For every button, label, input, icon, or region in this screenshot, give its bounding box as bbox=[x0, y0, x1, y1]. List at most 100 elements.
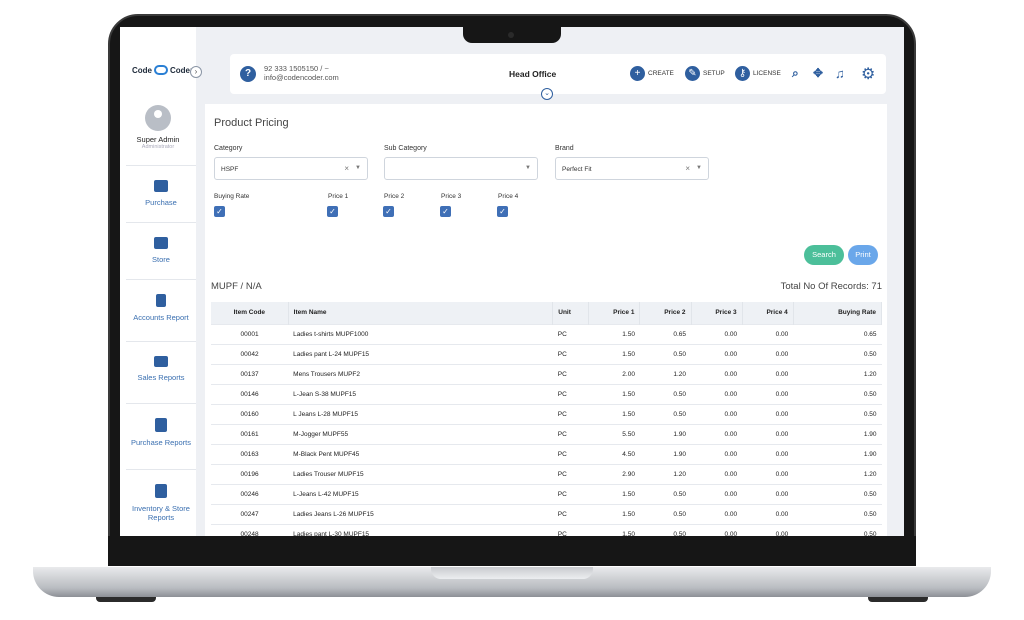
price4-checkbox-label: Price 4 bbox=[498, 193, 519, 200]
table-row[interactable]: 00001 Ladies t-shirts MUPF1000 PC 1.50 0.65 0… bbox=[211, 323, 882, 344]
column-header-price-3[interactable]: Price 3 bbox=[691, 302, 743, 324]
notification-bell-icon[interactable]: ♫ bbox=[835, 66, 845, 81]
logo-text-left: Code bbox=[132, 65, 152, 75]
cell-price-1: 1.50 bbox=[588, 503, 640, 524]
sidebar-item-label: Sales Reports bbox=[137, 373, 185, 382]
cell-price-1: 1.50 bbox=[588, 483, 640, 504]
cell-buying-rate: 0.50 bbox=[793, 483, 882, 504]
table-row[interactable]: 00042 Ladies pant L-24 MUPF15 PC 1.50 0.50 0.… bbox=[211, 343, 882, 364]
clear-icon[interactable]: × bbox=[344, 164, 349, 173]
table-row[interactable]: 00160 L Jeans L-28 MUPF15 PC 1.50 0.50 0.00 0.… bbox=[211, 403, 882, 424]
cell-item-name: Ladies Jeans L-26 MUPF15 bbox=[288, 503, 553, 524]
cell-item-code: 00247 bbox=[211, 503, 289, 524]
column-header-item-name[interactable]: Item Name bbox=[288, 302, 554, 324]
search-button[interactable]: Search bbox=[804, 245, 844, 265]
caret-down-icon[interactable]: ▼ bbox=[355, 165, 361, 171]
cell-buying-rate: 0.50 bbox=[793, 503, 882, 524]
column-header-buying-rate[interactable]: Buying Rate bbox=[793, 302, 883, 324]
cell-price-1: 1.50 bbox=[588, 383, 640, 404]
cell-price-4: 0.00 bbox=[742, 343, 794, 364]
cell-item-name: L-Jean S-38 MUPF15 bbox=[288, 383, 553, 404]
column-header-price-1[interactable]: Price 1 bbox=[588, 302, 641, 324]
table-row[interactable]: 00146 L-Jean S-38 MUPF15 PC 1.50 0.50 0.00 0.0… bbox=[211, 383, 882, 404]
cell-item-code: 00248 bbox=[211, 523, 289, 536]
copy-documents-icon bbox=[155, 484, 167, 498]
caret-down-icon[interactable]: ▼ bbox=[525, 165, 531, 171]
table-row[interactable]: 00137 Mens Trousers MUPF2 PC 2.00 1.20 0.00 0.… bbox=[211, 363, 882, 384]
table-row[interactable]: 00248 Ladies pant L-30 MUPF15 PC 1.50 0.50 0.… bbox=[211, 523, 882, 536]
help-icon[interactable]: ? bbox=[240, 66, 256, 82]
cell-item-name: L Jeans L-28 MUPF15 bbox=[288, 403, 553, 424]
camera-icon bbox=[508, 32, 514, 38]
sidebar-item-purchase-reports[interactable]: Purchase Reports bbox=[126, 403, 196, 469]
sidebar-item-purchase[interactable]: Purchase bbox=[126, 165, 196, 222]
column-header-item-code[interactable]: Item Code bbox=[211, 302, 289, 324]
cell-unit: PC bbox=[552, 503, 589, 524]
cell-unit: PC bbox=[552, 323, 589, 344]
gear-icon[interactable]: ⚙ bbox=[861, 64, 875, 84]
cell-price-2: 1.90 bbox=[639, 443, 692, 464]
license-button[interactable]: ⚷ LICENSE bbox=[735, 66, 781, 81]
cell-price-3: 0.00 bbox=[691, 503, 743, 524]
chevron-down-icon[interactable]: ⌄ bbox=[541, 88, 553, 100]
cell-price-4: 0.00 bbox=[742, 363, 794, 384]
cell-buying-rate: 0.65 bbox=[793, 323, 882, 344]
setup-label: SETUP bbox=[703, 70, 725, 77]
cell-price-1: 4.50 bbox=[588, 443, 640, 464]
cell-item-name: Ladies pant L-30 MUPF15 bbox=[288, 523, 553, 536]
column-header-unit[interactable]: Unit bbox=[552, 302, 590, 324]
cell-price-3: 0.00 bbox=[691, 483, 743, 504]
price2-checkbox[interactable]: ✓ bbox=[383, 206, 394, 217]
branch-name[interactable]: Head Office bbox=[509, 69, 556, 79]
category-select[interactable]: HSPF × ▼ bbox=[214, 157, 368, 180]
move-icon[interactable]: ✥ bbox=[813, 66, 823, 80]
group-title: MUPF / N/A bbox=[211, 281, 262, 292]
buying-rate-checkbox[interactable]: ✓ bbox=[214, 206, 225, 217]
price3-checkbox[interactable]: ✓ bbox=[440, 206, 451, 217]
column-header-price-4[interactable]: Price 4 bbox=[742, 302, 794, 324]
table-body: 00001 Ladies t-shirts MUPF1000 PC 1.50 0.65 0… bbox=[211, 323, 882, 536]
sidebar-item-inventory-store-reports[interactable]: Inventory & Store Reports bbox=[126, 469, 196, 536]
cell-buying-rate: 1.20 bbox=[793, 463, 882, 484]
cell-price-3: 0.00 bbox=[691, 343, 743, 364]
sidebar-item-store[interactable]: Store bbox=[126, 222, 196, 279]
clear-icon[interactable]: × bbox=[685, 164, 690, 173]
price1-checkbox-label: Price 1 bbox=[328, 193, 349, 200]
cell-item-code: 00161 bbox=[211, 423, 289, 444]
subcategory-select[interactable]: ▼ bbox=[384, 157, 538, 180]
cell-unit: PC bbox=[552, 483, 589, 504]
cell-item-code: 00160 bbox=[211, 403, 289, 424]
cell-price-3: 0.00 bbox=[691, 463, 743, 484]
cell-buying-rate: 1.90 bbox=[793, 443, 882, 464]
cell-price-2: 0.50 bbox=[639, 523, 692, 536]
buying-rate-checkbox-label: Buying Rate bbox=[214, 193, 250, 200]
table-row[interactable]: 00247 Ladies Jeans L-26 MUPF15 PC 1.50 0.50 0… bbox=[211, 503, 882, 524]
create-button[interactable]: + CREATE bbox=[630, 66, 674, 81]
sidebar-item-accounts-report[interactable]: Accounts Report bbox=[126, 279, 196, 341]
table-row[interactable]: 00246 L-Jeans L-42 MUPF15 PC 1.50 0.50 0.00 0.… bbox=[211, 483, 882, 504]
brand-select[interactable]: Perfect Fit × ▼ bbox=[555, 157, 709, 180]
price2-checkbox-label: Price 2 bbox=[384, 193, 405, 200]
price4-checkbox[interactable]: ✓ bbox=[497, 206, 508, 217]
records-count: Total No Of Records: 71 bbox=[780, 281, 882, 292]
user-profile[interactable]: Super Admin Administrator bbox=[120, 105, 196, 150]
sidebar-item-sales-reports[interactable]: Sales Reports bbox=[126, 341, 196, 403]
caret-down-icon[interactable]: ▼ bbox=[696, 165, 702, 171]
sidebar-item-label: Purchase bbox=[145, 198, 177, 207]
cell-price-4: 0.00 bbox=[742, 443, 794, 464]
setup-button[interactable]: ✎ SETUP bbox=[685, 66, 725, 81]
document-icon bbox=[156, 294, 166, 307]
table-row[interactable]: 00161 M-Jogger MUPF55 PC 5.50 1.90 0.00 0.00 1.… bbox=[211, 423, 882, 444]
cell-price-2: 0.50 bbox=[639, 483, 692, 504]
subcategory-label: Sub Category bbox=[384, 145, 427, 152]
sidebar-collapse-button[interactable]: › bbox=[190, 66, 202, 78]
cell-price-2: 0.50 bbox=[639, 343, 692, 364]
column-header-price-2[interactable]: Price 2 bbox=[639, 302, 692, 324]
table-row[interactable]: 00196 Ladies Trouser MUPF15 PC 2.90 1.20 0.00… bbox=[211, 463, 882, 484]
search-icon[interactable]: ⌕ bbox=[792, 66, 799, 81]
price1-checkbox[interactable]: ✓ bbox=[327, 206, 338, 217]
table-row[interactable]: 00163 M-Black Pent MUPF45 PC 4.50 1.90 0.00 0.… bbox=[211, 443, 882, 464]
cell-price-2: 1.20 bbox=[639, 463, 692, 484]
brand-logo[interactable]: Code Coder bbox=[132, 65, 193, 75]
print-button[interactable]: Print bbox=[848, 245, 878, 265]
